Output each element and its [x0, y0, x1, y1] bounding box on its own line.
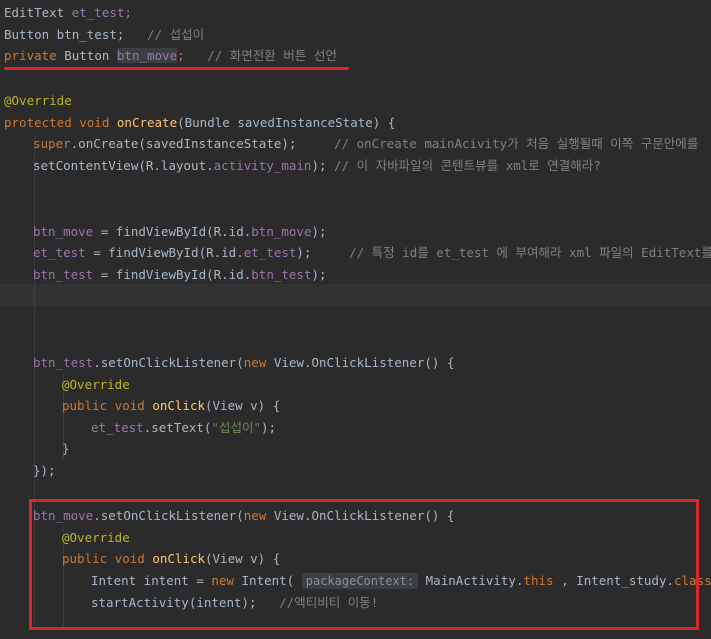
code-token: onCreate(savedInstanceState); — [78, 136, 335, 151]
code-line[interactable]: public void onClick(View v) { — [62, 395, 711, 417]
code-token: = findViewById(R.id. — [93, 267, 252, 282]
code-line[interactable]: super.onCreate(savedInstanceState); // o… — [33, 133, 711, 155]
code-line[interactable]: @Override — [62, 374, 711, 396]
code-token: btn_test — [33, 355, 94, 370]
annotation-underline — [4, 67, 349, 70]
code-line[interactable]: setContentView(R.layout.activity_main); … — [33, 155, 711, 177]
code-token: super — [33, 136, 71, 151]
code-token: ); — [311, 267, 327, 282]
code-token: ); — [296, 245, 350, 260]
current-line-highlight — [0, 284, 711, 306]
code-token: onCreate — [116, 115, 178, 130]
code-token: new — [243, 355, 274, 370]
code-token: "섭섭이" — [211, 420, 261, 435]
code-token: ); — [311, 158, 335, 173]
code-token: (View v) { — [205, 398, 281, 413]
code-token: Button — [64, 48, 117, 63]
code-line[interactable]: et_test.setText("섭섭이"); — [91, 417, 711, 439]
code-line[interactable]: et_test = findViewById(R.id.et_test); //… — [33, 242, 711, 264]
code-token: Button btn_test; — [4, 27, 147, 42]
code-token: setContentView(R.layout. — [33, 158, 214, 173]
code-token: View.OnClickListener() { — [273, 355, 455, 370]
code-line[interactable]: }); — [33, 460, 711, 482]
code-token: btn_move — [116, 48, 178, 63]
code-token: et_test — [33, 245, 86, 260]
code-line[interactable]: Button btn_test; // 섭섭이 — [4, 24, 711, 46]
code-line[interactable]: btn_move = findViewById(R.id.btn_move); — [33, 221, 711, 243]
code-line[interactable]: } — [62, 438, 711, 460]
code-token: et_test — [91, 420, 144, 435]
code-token: } — [62, 441, 70, 456]
code-line[interactable]: EditText et_test; — [4, 2, 711, 24]
code-token: @Override — [62, 377, 130, 392]
code-editor[interactable]: { "editor": { "lines": [ {"id":"l1","top… — [0, 0, 711, 639]
code-token: // 화면전환 버튼 선언 — [207, 48, 337, 63]
code-token: = findViewById(R.id. — [93, 224, 252, 239]
code-token: // 섭섭이 — [147, 27, 205, 42]
code-token: protected void — [4, 115, 117, 130]
code-token: ); — [260, 420, 277, 435]
code-token: btn_move — [33, 224, 94, 239]
code-token: onClick — [152, 398, 205, 413]
code-token: btn_test — [251, 267, 312, 282]
code-token: // onCreate mainAcivity가 처음 실행될때 이쪽 구문안에… — [334, 136, 699, 151]
code-token: activity_main — [213, 158, 312, 173]
code-token: btn_test — [33, 267, 94, 282]
code-token: (Bundle savedInstanceState) { — [177, 115, 396, 130]
code-line[interactable]: protected void onCreate(Bundle savedInst… — [4, 112, 711, 134]
code-token: ); — [311, 224, 327, 239]
code-line[interactable]: btn_test = findViewById(R.id.btn_test); — [33, 264, 711, 286]
code-token: et_test — [71, 5, 125, 20]
code-token: = findViewById(R.id. — [85, 245, 244, 260]
code-token: btn_move — [251, 224, 312, 239]
code-line[interactable]: btn_test.setOnClickListener(new View.OnC… — [33, 352, 711, 374]
code-token: private — [4, 48, 65, 63]
annotation-box — [29, 499, 699, 630]
code-token: ; — [124, 5, 132, 20]
code-token: .setOnClickListener( — [93, 355, 244, 370]
code-line[interactable]: @Override — [4, 90, 711, 112]
code-token: @Override — [4, 93, 72, 108]
code-token: et_test — [243, 245, 297, 260]
code-token: // 이 자바파일의 콘텐트뷰를 xml로 연결해라? — [334, 158, 601, 173]
code-token: }); — [33, 463, 56, 478]
code-line[interactable]: private Button btn_move; // 화면전환 버튼 선언 — [4, 45, 711, 67]
code-token: .setText( — [143, 420, 212, 435]
code-token: // 특정 id를 et_test 에 부여해라 xml 파일의 EditTex… — [349, 245, 711, 260]
code-token: ; — [177, 48, 208, 63]
code-token: EditText — [4, 5, 72, 20]
code-token: public void — [62, 398, 153, 413]
